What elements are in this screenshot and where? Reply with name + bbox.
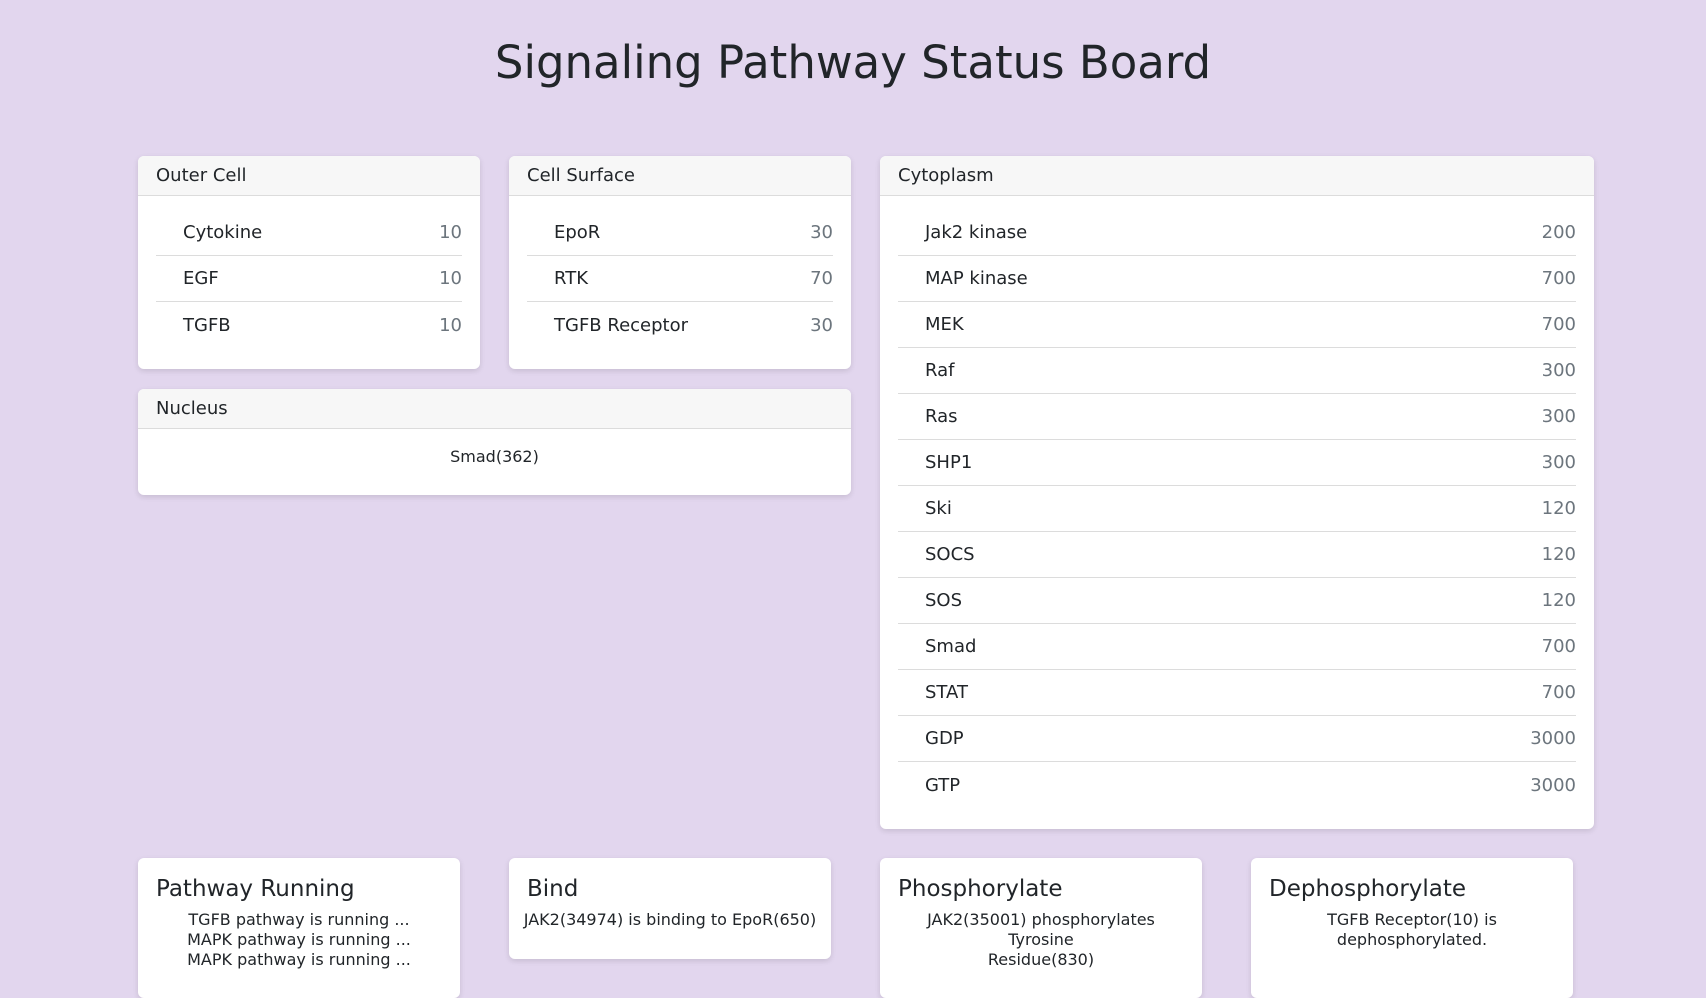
item-name: EGF	[183, 268, 219, 289]
log-line: Residue(830)	[987, 950, 1095, 969]
item-name: Jak2 kinase	[925, 222, 1028, 243]
list-item: EpoR 30	[527, 210, 833, 256]
item-name: TGFB Receptor	[554, 314, 689, 336]
phosphorylate-title: Phosphorylate	[898, 876, 1063, 902]
list-item: Ras 300	[898, 394, 1576, 440]
item-name: SOCS	[925, 544, 975, 565]
item-value: 700	[1541, 314, 1576, 335]
dephosphorylate-title: Dephosphorylate	[1269, 876, 1467, 902]
item-name: MAP kinase	[925, 268, 1028, 289]
log-line: MAPK pathway is running ...	[187, 930, 411, 949]
nucleus-header: Nucleus	[138, 389, 851, 429]
item-value: 300	[1541, 452, 1576, 473]
cell-surface-list: EpoR 30 RTK 70 TGFB Receptor 30	[509, 196, 851, 348]
item-value: 120	[1541, 590, 1576, 611]
phosphorylate-log: JAK2(35001) phosphorylates Tyrosine Resi…	[880, 910, 1202, 970]
bind-title: Bind	[527, 876, 579, 902]
item-value: 30	[810, 222, 833, 243]
item-value: 700	[1541, 682, 1576, 703]
cytoplasm-card: Cytoplasm Jak2 kinase 200 MAP kinase 700 M…	[880, 156, 1594, 829]
dephosphorylate-card: Dephosphorylate TGFB Receptor(10) is dep…	[1251, 858, 1573, 998]
item-value: 30	[810, 314, 833, 336]
list-item: RTK 70	[527, 256, 833, 302]
list-item: Raf 300	[898, 348, 1576, 394]
log-line: TGFB Receptor(10) is	[1327, 910, 1497, 929]
pathway-running-log: TGFB pathway is running ... MAPK pathway…	[138, 910, 460, 970]
item-name: Cytokine	[183, 222, 263, 243]
log-line: TGFB pathway is running ...	[188, 910, 410, 929]
bind-log: JAK2(34974) is binding to EpoR(650)	[509, 910, 831, 930]
list-item: MEK 700	[898, 302, 1576, 348]
item-name: TGFB	[183, 314, 231, 336]
item-name: Smad	[925, 636, 977, 657]
bind-card: Bind JAK2(34974) is binding to EpoR(650)	[509, 858, 831, 959]
item-name: Ras	[925, 406, 958, 427]
log-line: dephosphorylated.	[1336, 930, 1488, 949]
item-value: 3000	[1530, 774, 1576, 796]
item-name: Ski	[925, 498, 952, 519]
dephosphorylate-log: TGFB Receptor(10) is dephosphorylated.	[1251, 910, 1573, 950]
outer-cell-header: Outer Cell	[138, 156, 480, 196]
list-item: TGFB 10	[156, 302, 462, 348]
list-item: EGF 10	[156, 256, 462, 302]
item-value: 300	[1541, 360, 1576, 381]
item-value: 700	[1541, 268, 1576, 289]
cytoplasm-header: Cytoplasm	[880, 156, 1594, 196]
item-value: 10	[439, 314, 462, 336]
list-item: Jak2 kinase 200	[898, 210, 1576, 256]
item-name: SHP1	[925, 452, 973, 473]
list-item: SHP1 300	[898, 440, 1576, 486]
item-value: 3000	[1530, 728, 1576, 749]
item-name: STAT	[925, 682, 968, 703]
list-item: SOS 120	[898, 578, 1576, 624]
outer-cell-card: Outer Cell Cytokine 10 EGF 10 TGFB 10	[138, 156, 480, 369]
item-name: MEK	[925, 314, 964, 335]
list-item: STAT 700	[898, 670, 1576, 716]
cell-surface-card: Cell Surface EpoR 30 RTK 70 TGFB Receptor 3…	[509, 156, 851, 369]
item-name: Raf	[925, 360, 955, 381]
item-name: SOS	[925, 590, 963, 611]
item-value: 200	[1541, 222, 1576, 243]
cell-surface-header: Cell Surface	[509, 156, 851, 196]
list-item: MAP kinase 700	[898, 256, 1576, 302]
nucleus-content: Smad(362)	[450, 447, 539, 466]
log-line: JAK2(35001) phosphorylates Tyrosine	[927, 910, 1155, 949]
page-title: Signaling Pathway Status Board	[494, 36, 1212, 89]
item-value: 120	[1541, 498, 1576, 519]
list-item: Cytokine 10	[156, 210, 462, 256]
outer-cell-list: Cytokine 10 EGF 10 TGFB 10	[138, 196, 480, 348]
log-line: JAK2(34974) is binding to EpoR(650)	[523, 910, 817, 929]
list-item: SOCS 120	[898, 532, 1576, 578]
item-value: 300	[1541, 406, 1576, 427]
item-value: 700	[1541, 636, 1576, 657]
list-item: TGFB Receptor 30	[527, 302, 833, 348]
pathway-running-title: Pathway Running	[156, 876, 355, 902]
item-value: 70	[810, 268, 833, 289]
item-name: GTP	[925, 774, 961, 796]
list-item: Ski 120	[898, 486, 1576, 532]
item-value: 120	[1541, 544, 1576, 565]
nucleus-card: Nucleus Smad(362)	[138, 389, 851, 495]
cytoplasm-list: Jak2 kinase 200 MAP kinase 700 MEK 700 Raf 3…	[880, 196, 1594, 808]
item-name: GDP	[925, 728, 964, 749]
item-name: EpoR	[554, 222, 601, 243]
pathway-running-card: Pathway Running TGFB pathway is running …	[138, 858, 460, 998]
list-item: GDP 3000	[898, 716, 1576, 762]
phosphorylate-card: Phosphorylate JAK2(35001) phosphorylates…	[880, 858, 1202, 998]
item-value: 10	[439, 268, 462, 289]
list-item: Smad 700	[898, 624, 1576, 670]
log-line: MAPK pathway is running ...	[187, 950, 411, 969]
item-name: RTK	[554, 268, 588, 289]
item-value: 10	[439, 222, 462, 243]
list-item: GTP 3000	[898, 762, 1576, 808]
